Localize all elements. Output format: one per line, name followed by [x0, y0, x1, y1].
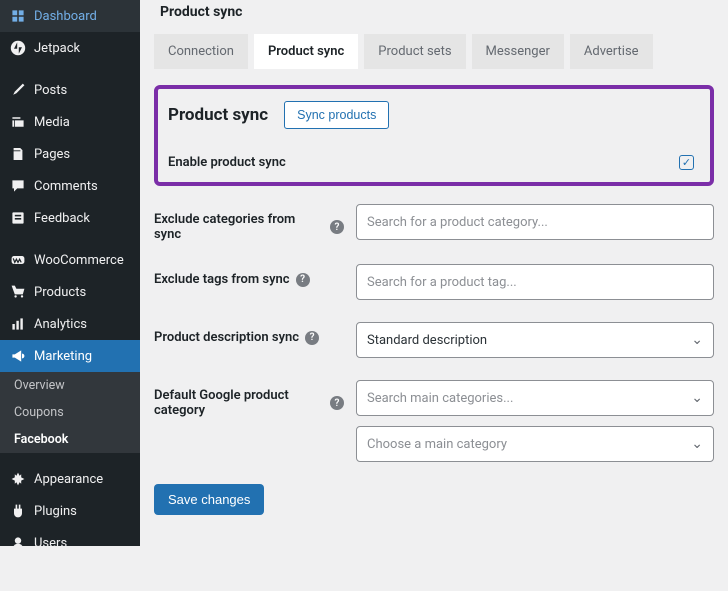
exclude-categories-label: Exclude categories from sync ? [154, 204, 344, 242]
plugins-icon [10, 503, 26, 519]
users-icon [10, 535, 26, 551]
sidebar-item-products[interactable]: Products [0, 276, 140, 308]
sidebar-item-woocommerce[interactable]: WooCommerce [0, 244, 140, 276]
sidebar-item-comments[interactable]: Comments [0, 170, 140, 202]
help-icon[interactable]: ? [330, 396, 344, 410]
sidebar-item-analytics[interactable]: Analytics [0, 308, 140, 340]
tab-messenger[interactable]: Messenger [472, 34, 564, 69]
page-title: Product sync [154, 0, 714, 34]
sidebar-label: Feedback [34, 211, 90, 226]
tab-advertise[interactable]: Advertise [570, 34, 653, 69]
sidebar-label: Tools [34, 568, 66, 583]
help-icon[interactable]: ? [305, 331, 319, 345]
highlighted-section: Product sync Sync products Enable produc… [154, 85, 714, 186]
exclude-tags-input[interactable]: Search for a product tag... [356, 264, 714, 300]
sidebar-item-marketing[interactable]: Marketing [0, 340, 140, 372]
sidebar-label: Products [34, 285, 86, 300]
exclude-categories-input[interactable]: Search for a product category... [356, 204, 714, 240]
save-changes-button[interactable]: Save changes [154, 484, 264, 515]
sidebar-item-dashboard[interactable]: Dashboard [0, 0, 140, 32]
submenu-item-overview[interactable]: Overview [0, 372, 140, 399]
enable-product-sync-label: Enable product sync [168, 155, 286, 170]
sidebar-label: Posts [34, 83, 67, 98]
sidebar-label: Media [34, 115, 70, 130]
exclude-categories-row: Exclude categories from sync ? Search fo… [154, 204, 714, 242]
sidebar-label: Marketing [34, 349, 92, 364]
sidebar-label: Pages [34, 147, 70, 162]
submenu-item-facebook[interactable]: Facebook [0, 426, 140, 453]
chevron-down-icon: ⌄ [691, 332, 703, 348]
sidebar-item-posts[interactable]: Posts [0, 74, 140, 106]
google-category-main-select[interactable]: Choose a main category ⌄ [356, 426, 714, 462]
enable-product-sync-checkbox[interactable]: ✓ [679, 155, 694, 170]
tab-connection[interactable]: Connection [154, 34, 248, 69]
comments-icon [10, 178, 26, 194]
sidebar-label: Plugins [34, 504, 77, 519]
sidebar-label: Dashboard [34, 9, 97, 24]
section-header: Product sync Sync products [168, 101, 700, 129]
main-content: Product sync Connection Product sync Pro… [140, 0, 728, 546]
exclude-tags-label: Exclude tags from sync ? [154, 264, 344, 287]
section-title: Product sync [168, 105, 268, 125]
description-sync-row: Product description sync ? Standard desc… [154, 322, 714, 358]
tabs: Connection Product sync Product sets Mes… [154, 34, 714, 69]
admin-sidebar: Dashboard Jetpack Posts Media Pages Comm… [0, 0, 140, 546]
sidebar-item-plugins[interactable]: Plugins [0, 495, 140, 527]
sidebar-item-jetpack[interactable]: Jetpack [0, 32, 140, 64]
enable-product-sync-row: Enable product sync ✓ [168, 155, 700, 170]
help-icon[interactable]: ? [330, 220, 344, 234]
chevron-down-icon: ⌄ [691, 390, 703, 406]
sidebar-item-users[interactable]: Users [0, 527, 140, 559]
description-sync-select[interactable]: Standard description ⌄ [356, 322, 714, 358]
sidebar-item-pages[interactable]: Pages [0, 138, 140, 170]
help-icon[interactable]: ? [296, 273, 310, 287]
posts-icon [10, 82, 26, 98]
marketing-icon [10, 348, 26, 364]
sidebar-label: WooCommerce [34, 253, 124, 268]
description-sync-label: Product description sync ? [154, 322, 344, 345]
woocommerce-icon [10, 252, 26, 268]
appearance-icon [10, 471, 26, 487]
tools-icon [10, 567, 26, 583]
sidebar-item-appearance[interactable]: Appearance [0, 463, 140, 495]
analytics-icon [10, 316, 26, 332]
chevron-down-icon: ⌄ [691, 436, 703, 452]
sidebar-label: Analytics [34, 317, 87, 332]
sidebar-label: Comments [34, 179, 98, 194]
submenu-item-coupons[interactable]: Coupons [0, 399, 140, 426]
google-category-row: Default Google product category ? Search… [154, 380, 714, 462]
google-category-search-select[interactable]: Search main categories... ⌄ [356, 380, 714, 416]
sidebar-label: Jetpack [34, 41, 80, 56]
tab-product-sync[interactable]: Product sync [254, 34, 358, 69]
sidebar-item-media[interactable]: Media [0, 106, 140, 138]
google-category-label: Default Google product category ? [154, 380, 344, 418]
sync-products-button[interactable]: Sync products [284, 101, 389, 129]
tab-product-sets[interactable]: Product sets [364, 34, 465, 69]
pages-icon [10, 146, 26, 162]
sidebar-submenu: Overview Coupons Facebook [0, 372, 140, 453]
sidebar-item-feedback[interactable]: Feedback [0, 202, 140, 234]
sidebar-label: Appearance [34, 472, 103, 487]
sidebar-label: Users [34, 536, 67, 551]
feedback-icon [10, 210, 26, 226]
dashboard-icon [10, 8, 26, 24]
jetpack-icon [10, 40, 26, 56]
products-icon [10, 284, 26, 300]
sidebar-item-tools[interactable]: Tools [0, 559, 140, 591]
exclude-tags-row: Exclude tags from sync ? Search for a pr… [154, 264, 714, 300]
media-icon [10, 114, 26, 130]
